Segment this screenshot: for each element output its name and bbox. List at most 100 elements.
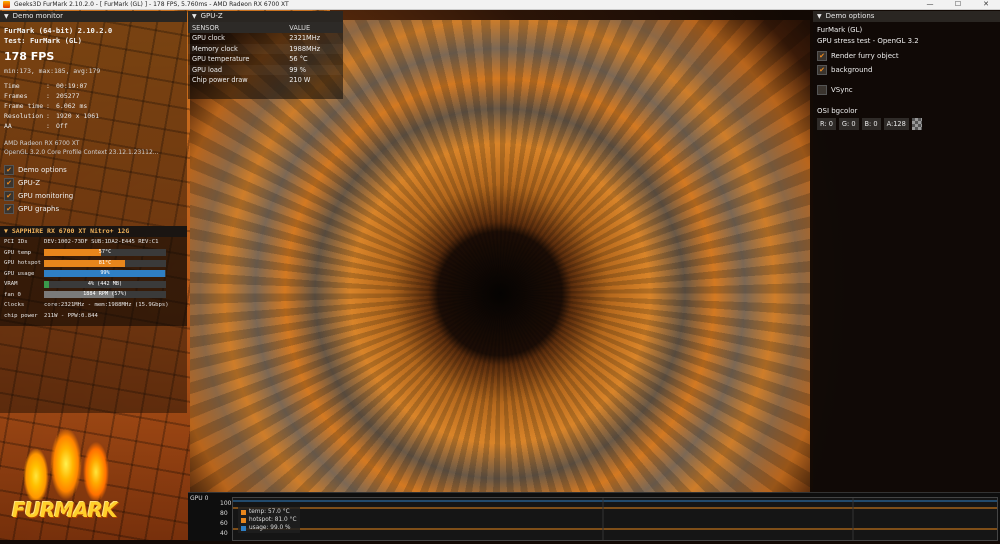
metric-bar: 57°C [44,249,166,257]
clocks-value: core:2321MHz - mem:1988MHz (15.9Gbps) [44,302,169,309]
stat-row: Time:00:19:07 [4,81,187,91]
demo-description: GPU stress test - OpenGL 3.2 [817,37,919,45]
graph-title: GPU 0 [190,495,209,502]
bgcolor-g-field[interactable]: G: 0 [838,118,859,130]
metric-label: GPU temp [4,249,31,256]
checkmark-icon[interactable]: ✔ [817,65,827,75]
stat-value: 1920 x 1061 [56,112,100,120]
window-title: Geeks3D FurMark 2.10.2.0 - [ FurMark (GL… [14,1,289,8]
gpu-z-title: GPU-Z [200,12,223,20]
checkbox-background[interactable]: ✔ background [817,63,1000,77]
checkmark-icon[interactable]: ✔ [4,190,14,201]
value-cell: 56 °C [289,55,308,64]
close-button[interactable]: ✕ [972,0,1000,9]
collapse-caret-icon[interactable]: ▼ [4,11,9,22]
metric-bar-text: 4% (442 MB) [87,280,123,287]
stat-key: Time [4,82,20,90]
stat-row: Frames:205277 [4,91,187,101]
metric-label: GPU usage [4,270,35,277]
stat-value: 00:19:07 [56,82,88,90]
legend-label: hotspot: 81.0 °C [249,517,297,523]
checkmark-icon[interactable]: ✔ [4,164,14,175]
checkbox-label: Render furry object [831,52,899,60]
legend-swatch [241,509,246,515]
stat-value: Off [56,122,68,130]
checkbox-gpu-graphs[interactable]: ✔ GPU graphs [4,202,187,215]
sensor-cell: GPU clock [192,34,225,43]
metric-bar-text: 1884 RPM (57%) [83,291,127,298]
pci-value: DEV:1002-73DF SUB:1DA2-E445 REV:C1 [44,239,159,246]
demo-monitor-header[interactable]: ▼ Demo monitor [0,11,187,22]
sensor-cell: GPU load [188,64,286,75]
title-bar: Geeks3D FurMark 2.10.2.0 - [ FurMark (GL… [0,0,1000,10]
gpu-graph: GPU 0 100 80 60 40 temp: 57.0 °C hotspot… [188,492,1000,541]
clocks-row: Clocks core:2321MHz - mem:1988MHz (15.9Gb… [0,300,187,311]
checkbox-gpu-z[interactable]: ✔ GPU-Z [4,176,187,189]
stat-sep: : [46,92,50,100]
metric-bar-row: GPU temp 57°C [0,248,187,259]
unchecked-box-icon[interactable] [817,85,827,95]
gpu-z-header[interactable]: ▼ GPU-Z [188,11,343,22]
stat-key: Resolution [4,112,44,120]
value-cell: 2321MHz [289,34,321,43]
stat-key: Frames [4,92,28,100]
legend-swatch [241,517,246,523]
bgcolor-r-field[interactable]: R: 0 [817,118,836,130]
pci-row: PCI IDs DEV:1002-73DF SUB:1DA2-E445 REV:C… [0,237,187,248]
checkbox-label: GPU monitoring [18,191,74,200]
collapse-caret-icon[interactable]: ▼ [192,11,197,22]
legend-item: hotspot: 81.0 °C [241,516,297,524]
stats-list: Time:00:19:07 Frames:205277 Frame time:6… [0,81,187,131]
checkbox-vsync[interactable]: VSync [817,83,1000,97]
sensor-cell: GPU temperature [192,55,250,64]
monitor-checkboxes: ✔ Demo options ✔ GPU-Z ✔ GPU monitoring ✔ GP… [0,163,187,215]
checkmark-icon[interactable]: ✔ [4,177,14,188]
y-tick: 80 [220,510,228,517]
metric-label: GPU hotspot [4,260,42,267]
bgcolor-b-field[interactable]: B: 0 [861,118,881,130]
stat-row: Frame time:6.062 ms [4,101,187,111]
legend-label: usage: 99.0 % [249,525,291,531]
metric-bar-row: fan 0 1884 RPM (57%) [0,290,187,301]
value-cell: 99 % [285,64,343,75]
stat-value: 6.062 ms [56,102,88,110]
stat-sep: : [46,122,50,130]
graph-plot [232,497,998,541]
sensor-cell: Memory clock [188,43,286,54]
test-name: Test: FurMark (GL) [4,36,82,45]
stat-sep: : [46,112,50,120]
stat-sep: : [46,82,50,90]
collapse-caret-icon[interactable]: ▼ [817,11,822,22]
maximize-button[interactable]: ☐ [944,0,972,9]
bgcolor-controls: R: 0 G: 0 B: 0 A:128 [813,118,1000,130]
bgcolor-a-field[interactable]: A:128 [883,118,909,130]
demo-monitor-panel: ▼ Demo monitor FurMark (64-bit) 2.10.2.0… [0,11,187,413]
demo-options-header[interactable]: ▼ Demo options [813,11,1000,22]
checkbox-demo-options[interactable]: ✔ Demo options [4,163,187,176]
gl-context: OpenGL 3.2.0 Core Profile Context 23.12.… [4,149,159,156]
table-row: Memory clock 1988MHz [188,43,343,54]
stat-key: Frame time [4,102,44,110]
graph-legend: temp: 57.0 °C hotspot: 81.0 °C usage: 99… [238,507,300,533]
checkbox-gpu-monitoring[interactable]: ✔ GPU monitoring [4,189,187,202]
gpu-name: AMD Radeon RX 6700 XT [4,140,80,147]
metric-label: fan 0 [4,291,21,298]
gpu-z-table: SENSOR VALUE GPU clock 2321MHz Memory clo… [188,22,343,86]
gpu-monitoring-header[interactable]: ▼ SAPPHIRE RX 6700 XT Nitro+ 12G [0,226,187,237]
sensor-cell: Chip power draw [192,76,248,85]
minimize-button[interactable]: — [916,0,944,9]
checkmark-icon[interactable]: ✔ [817,51,827,61]
metric-bar-text: 99% [100,270,110,277]
flame-graphic [16,416,116,500]
stat-row: AA: Off [4,121,187,131]
power-value: 211W - PPW:0.844 [44,312,98,319]
option-checkboxes: ✔ Render furry object ✔ background VSync [813,49,1000,97]
app-version: FurMark (64-bit) 2.10.2.0 [4,26,113,35]
checkmark-icon[interactable]: ✔ [4,203,14,214]
value-cell: 210 W [289,76,311,85]
color-swatch[interactable] [911,118,922,130]
logo-wordmark: FURMARK [12,498,118,522]
bgcolor-label: OSI bgcolor [817,107,858,115]
metric-bar: 99% [44,270,166,278]
checkbox-render-furry-object[interactable]: ✔ Render furry object [817,49,1000,63]
